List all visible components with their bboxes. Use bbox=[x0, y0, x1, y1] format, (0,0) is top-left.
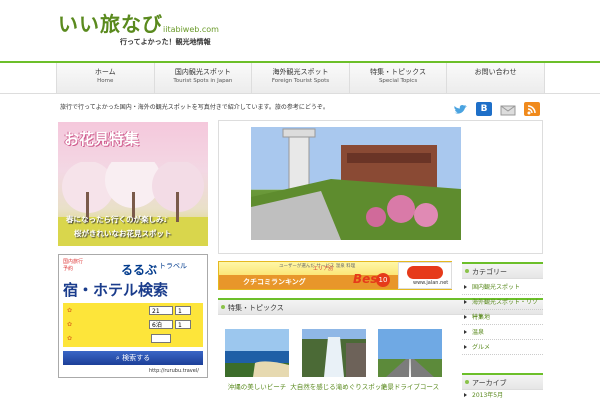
archive-label: 2013年5月 bbox=[472, 392, 504, 399]
category-item[interactable]: グルメ bbox=[462, 340, 543, 355]
arrow-right-icon bbox=[464, 285, 467, 289]
nav-item-home[interactable]: ホーム Home bbox=[57, 63, 155, 93]
select-day[interactable]: 1 bbox=[175, 306, 191, 315]
nav-sublabel: Special Topics bbox=[378, 78, 418, 84]
hanami-banner-title: お花見特集 bbox=[64, 130, 140, 148]
rurubu-search-button[interactable]: ⌕ 検索する bbox=[63, 351, 203, 365]
form-row-nights: ✿ 6泊 1 bbox=[67, 319, 199, 331]
nav-label: ホーム bbox=[94, 68, 116, 76]
form-row-date: ✿ 21 1 bbox=[67, 305, 199, 317]
nav-divider bbox=[0, 93, 600, 94]
topic-card[interactable] bbox=[378, 329, 442, 377]
ranking-area-label: エリア別 bbox=[313, 266, 334, 272]
archives-section-header: アーカイブ bbox=[462, 373, 543, 390]
nav-label: 海外観光スポット bbox=[272, 68, 329, 76]
topic-caption[interactable]: 絶景ドライブコース bbox=[360, 381, 460, 391]
twitter-icon[interactable] bbox=[452, 102, 468, 116]
category-label: 温泉 bbox=[472, 329, 485, 336]
topic-thumbnail-beach[interactable] bbox=[225, 329, 289, 377]
select-area[interactable] bbox=[151, 334, 171, 343]
main-nav: ホーム Home 国内観光スポット Tourist Spots in Japan… bbox=[56, 63, 545, 93]
rurubu-url-link[interactable]: http://rurubu.travel/ bbox=[149, 368, 199, 374]
nav-item-foreign[interactable]: 海外観光スポット Foreign Tourist Spots bbox=[252, 63, 350, 93]
category-item[interactable]: 特集 bbox=[462, 310, 543, 325]
museum-building-image bbox=[251, 127, 461, 240]
nav-sublabel: Foreign Tourist Spots bbox=[271, 78, 330, 84]
hanami-banner-line2: 桜がきれいなお花見スポット bbox=[74, 229, 172, 238]
nav-label: 特集・トピックス bbox=[370, 68, 426, 76]
section-bullet-icon bbox=[465, 269, 469, 273]
select-nights[interactable]: 6泊 bbox=[149, 320, 173, 329]
hatena-label: B bbox=[480, 104, 488, 114]
topic-thumbnail-road[interactable] bbox=[378, 329, 442, 377]
rurubu-side-label: 国内旅行予約 bbox=[63, 259, 84, 272]
jalan-url: www.jalan.net bbox=[413, 280, 449, 286]
arrow-right-icon bbox=[464, 330, 467, 334]
nav-item-japan[interactable]: 国内観光スポット Tourist Spots in Japan bbox=[154, 63, 253, 93]
nav-sublabel: Tourist Spots in Japan bbox=[173, 78, 233, 84]
category-label: 特集 bbox=[472, 314, 485, 321]
search-button-label: 検索する bbox=[122, 354, 151, 362]
site-logo-title[interactable]: いい旅なび bbox=[58, 8, 163, 37]
section-bullet-icon bbox=[221, 305, 225, 309]
site-domain: iitabiweb.com bbox=[163, 25, 219, 34]
hanami-feature-banner[interactable]: お花見特集 春になったら行くのが楽しみ♪ 桜がきれいなお花見スポット bbox=[58, 122, 208, 246]
hatena-bookmark-icon[interactable]: B bbox=[476, 102, 492, 116]
nav-item-topics[interactable]: 特集・トピックス Special Topics bbox=[349, 63, 448, 93]
category-item[interactable]: 海外観光スポット・リゾート地 bbox=[462, 295, 543, 321]
form-row-area: ✿ bbox=[67, 333, 199, 345]
rurubu-travel-label: トラベル bbox=[159, 262, 187, 270]
category-label: グルメ bbox=[472, 344, 491, 351]
rurubu-logo[interactable]: るるぶ bbox=[121, 261, 157, 278]
jalan-logo-icon bbox=[407, 266, 443, 279]
ranking-number-badge: 10 bbox=[376, 273, 390, 287]
rss-icon[interactable] bbox=[524, 102, 540, 116]
archive-item[interactable]: 2013年5月 bbox=[462, 391, 543, 400]
section-bullet-icon bbox=[465, 380, 469, 384]
topic-thumbnail-waterfall[interactable] bbox=[302, 329, 366, 377]
flower-bullet-icon: ✿ bbox=[67, 321, 73, 328]
arrow-right-icon bbox=[464, 393, 467, 397]
rurubu-search-title: 宿・ホテル検索 bbox=[63, 281, 169, 299]
categories-heading: カテゴリー bbox=[472, 268, 507, 276]
arrow-right-icon bbox=[464, 345, 467, 349]
mail-icon[interactable] bbox=[500, 102, 516, 116]
featured-photo[interactable] bbox=[251, 127, 461, 240]
rurubu-hotel-search-widget: 国内旅行予約 るるぶ トラベル 宿・ホテル検索 ✿ 21 1 ✿ 6泊 1 ✿ … bbox=[58, 254, 208, 378]
nav-item-contact[interactable]: お問い合わせ bbox=[447, 63, 545, 93]
topic-card[interactable] bbox=[225, 329, 289, 377]
intro-text: 旅行で行ってよかった国内・海外の観光スポットを写真付きで紹介しています。旅の参考… bbox=[60, 104, 329, 111]
categories-list: 国内観光スポット 海外観光スポット・リゾート地 特集 温泉 グルメ bbox=[462, 280, 543, 355]
topics-heading: 特集・トピックス bbox=[228, 304, 284, 312]
site-tagline: 行ってよかった！観光地情報 bbox=[120, 38, 211, 46]
flower-bullet-icon: ✿ bbox=[67, 307, 73, 314]
select-rooms[interactable]: 1 bbox=[175, 320, 191, 329]
archives-heading: アーカイブ bbox=[472, 379, 507, 387]
nav-label: 国内観光スポット bbox=[174, 68, 231, 76]
arrow-right-icon bbox=[464, 315, 467, 319]
select-date[interactable]: 21 bbox=[149, 306, 173, 315]
category-item[interactable]: 温泉 bbox=[462, 325, 543, 340]
ranking-title: クチコミランキング bbox=[243, 278, 306, 286]
flower-bullet-icon: ✿ bbox=[67, 335, 73, 342]
jalan-banner[interactable]: www.jalan.net bbox=[398, 262, 452, 289]
nav-sublabel: Home bbox=[97, 78, 114, 84]
hanami-banner-line1: 春になったら行くのが楽しみ♪ bbox=[66, 215, 169, 224]
topic-card[interactable] bbox=[302, 329, 366, 377]
rurubu-search-form: ✿ 21 1 ✿ 6泊 1 ✿ bbox=[63, 303, 203, 347]
categories-section-header: カテゴリー bbox=[462, 262, 543, 279]
category-item[interactable]: 国内観光スポット bbox=[462, 280, 543, 295]
category-label: 国内観光スポット bbox=[472, 284, 521, 291]
archives-list: 2013年5月 bbox=[462, 391, 543, 400]
arrow-right-icon bbox=[464, 300, 467, 304]
nav-label: お問い合わせ bbox=[474, 68, 517, 76]
